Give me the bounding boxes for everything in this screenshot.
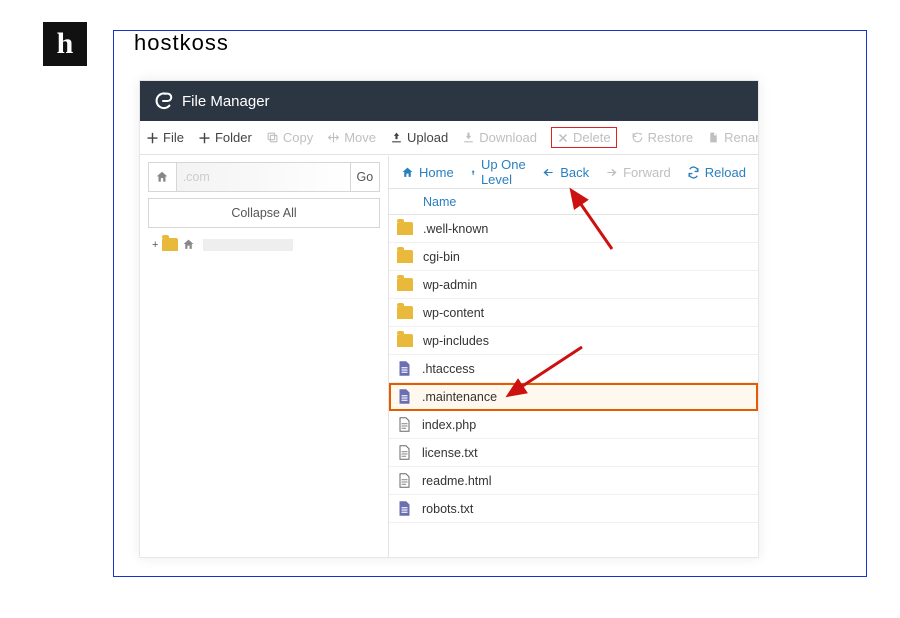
folder-button[interactable]: ＋Folder [198,128,252,147]
file-row[interactable]: robots.txt [389,495,758,523]
copy-button[interactable]: Copy [266,130,313,145]
delete-button[interactable]: Delete [551,127,617,148]
file-row[interactable]: index.php [389,411,758,439]
move-button[interactable]: Move [327,130,376,145]
home-icon-button[interactable] [149,163,177,191]
copy-icon [266,131,279,144]
file-row[interactable]: .maintenance [389,383,758,411]
brand-logo-letter: h [43,22,87,66]
file-manager-window: File Manager ＋File ＋Folder Copy Move Upl… [139,80,759,558]
file-row[interactable]: .htaccess [389,355,758,383]
rename-icon [707,131,720,144]
nav-forward[interactable]: Forward [605,165,671,180]
folder-icon [397,306,413,319]
file-name: .well-known [423,222,750,236]
file-icon [397,388,412,405]
path-input[interactable] [177,163,350,191]
tree-panel: Go Collapse All + [140,156,389,557]
home-icon [155,170,169,184]
home-icon [182,238,195,251]
column-header-name[interactable]: Name [389,189,758,215]
folder-icon [397,334,413,347]
file-name: .maintenance [422,390,750,404]
collapse-all-button[interactable]: Collapse All [148,198,380,228]
file-button[interactable]: ＋File [146,128,184,147]
cpanel-icon [152,90,174,112]
file-list: .well-known cgi-bin wp-admin wp-content wp-i… [389,215,758,557]
folder-row[interactable]: wp-admin [389,271,758,299]
file-name: readme.html [422,474,750,488]
folder-row[interactable]: .well-known [389,215,758,243]
action-toolbar: ＋File ＋Folder Copy Move Upload Download … [140,121,758,155]
folder-row[interactable]: wp-includes [389,327,758,355]
restore-button[interactable]: Restore [631,130,694,145]
folder-icon [397,278,413,291]
file-icon [397,416,412,433]
folder-icon [162,238,178,251]
file-navbar: Home Up One Level Back Forward Reload [389,156,758,189]
file-panel: Home Up One Level Back Forward Reload [389,156,758,557]
tree-root-label-redacted [203,239,293,251]
upload-button[interactable]: Upload [390,130,448,145]
file-name: wp-content [423,306,750,320]
expand-icon[interactable]: + [152,239,158,251]
upload-icon [390,131,403,144]
restore-icon [631,131,644,144]
up-icon [470,166,476,179]
file-name: .htaccess [422,362,750,376]
window-title: File Manager [182,93,270,110]
address-bar: Go [148,162,380,192]
folder-row[interactable]: wp-content [389,299,758,327]
content-area: Go Collapse All + Home Up One Level [140,156,758,557]
download-icon [462,131,475,144]
window-titlebar: File Manager [140,81,758,121]
file-icon [397,500,412,517]
nav-reload[interactable]: Reload [687,165,746,180]
delete-icon [557,132,569,144]
file-row[interactable]: readme.html [389,467,758,495]
reload-icon [687,166,700,179]
nav-up[interactable]: Up One Level [470,157,527,187]
file-name: robots.txt [422,502,750,516]
back-icon [542,167,555,178]
file-name: license.txt [422,446,750,460]
file-row[interactable]: license.txt [389,439,758,467]
file-icon [397,360,412,377]
folder-row[interactable]: cgi-bin [389,243,758,271]
tree-root[interactable]: + [148,234,380,251]
forward-icon [605,167,618,178]
nav-back[interactable]: Back [542,165,589,180]
brand-logo: h [24,8,106,80]
move-icon [327,131,340,144]
file-name: wp-admin [423,278,750,292]
rename-button[interactable]: Rename [707,130,759,145]
folder-icon [397,250,413,263]
home-icon [401,166,414,179]
file-icon [397,444,412,461]
folder-icon [397,222,413,235]
file-name: cgi-bin [423,250,750,264]
file-icon [397,472,412,489]
file-name: index.php [422,418,750,432]
nav-home[interactable]: Home [401,165,454,180]
go-button[interactable]: Go [350,163,379,191]
file-name: wp-includes [423,334,750,348]
download-button[interactable]: Download [462,130,537,145]
